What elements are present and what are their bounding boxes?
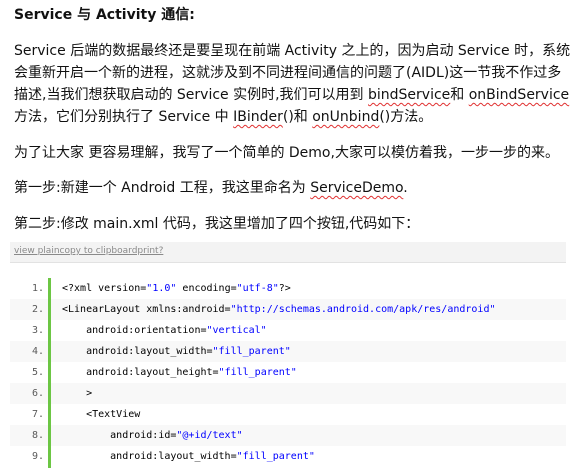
code-line: 9. android:layout_width="fill_parent" — [10, 446, 566, 467]
code-line: 3. android:orientation="vertical" — [10, 320, 566, 341]
intro-line-4-end: ()方法。 — [379, 109, 433, 125]
code-line: 8. android:id="@+id/text" — [10, 425, 566, 446]
code-text: android:layout_width="fill_parent" — [62, 346, 291, 357]
code-block: 1. <?xml version="1.0" encoding="utf-8"?… — [10, 278, 566, 468]
gutter-bar — [48, 278, 51, 468]
intro-line-4-and: ()和 — [282, 109, 313, 125]
code-text: > — [62, 388, 93, 399]
code-text: android:id="@+id/text" — [62, 430, 243, 441]
paragraph-demo: 为了让大家 更容易理解，我写了一个简单的 Demo,大家可以模仿着我，一步一步的… — [14, 145, 559, 161]
intro-line-3: 描述,当我们想获取启动的 Service 实例时,我们可以用到 bindServ… — [14, 84, 570, 106]
section-title: Service 与 Activity 通信: — [14, 7, 195, 23]
code-text: android:layout_width="fill_parent" — [62, 451, 315, 462]
code-text: <LinearLayout xmlns:android="http://sche… — [62, 304, 496, 315]
bindservice-term: bindService — [368, 87, 451, 103]
code-toolbar: view plaincopy to clipboardprint? — [10, 242, 566, 263]
code-text: <?xml version="1.0" encoding="utf-8"?> — [62, 283, 291, 294]
code-line: 1. <?xml version="1.0" encoding="utf-8"?… — [10, 278, 566, 299]
code-text: android:layout_height="fill_parent" — [62, 367, 297, 378]
code-line: 2. <LinearLayout xmlns:android="http://s… — [10, 299, 566, 320]
onbindservice-term: onBindService — [468, 87, 570, 103]
ibinder-term: IBinder — [233, 109, 283, 125]
code-line: 5. android:layout_height="fill_parent" — [10, 362, 566, 383]
step-1-period: . — [403, 180, 408, 196]
code-text: <TextView — [62, 409, 141, 420]
intro-line-3-and: 和 — [450, 87, 469, 103]
intro-line-1: Service 后端的数据最终还是要呈现在前端 Activity 之上的，因为启… — [14, 43, 571, 59]
paragraph-step-2: 第二步:修改 main.xml 代码，我这里增加了四个按钮,代码如下： — [14, 216, 420, 232]
onunbind-term: onUnbind — [312, 109, 380, 125]
code-line: 4. android:layout_width="fill_parent" — [10, 341, 566, 362]
paragraph-step-1: 第一步:新建一个 Android 工程，我这里命名为 ServiceDemo. — [14, 177, 570, 199]
intro-line-2: 会重新开启一个新的进程，这就涉及到不同进程间通信的问题了(AIDL)这一节我不作… — [14, 65, 562, 81]
code-line: 6. > — [10, 383, 566, 404]
step-1-text: 第一步:新建一个 Android 工程，我这里命名为 — [14, 180, 311, 196]
code-line: 7. <TextView — [10, 404, 566, 425]
servicedemo-term: ServiceDemo — [310, 180, 404, 196]
intro-line-4: 方法，它们分别执行了 Service 中 IBinder()和 onUnbind… — [14, 106, 570, 128]
code-text: android:orientation="vertical" — [62, 325, 267, 336]
paragraph-intro: Service 后端的数据最终还是要呈现在前端 Activity 之上的，因为启… — [14, 40, 570, 128]
view-plaincopy-link[interactable]: view plaincopy to clipboardprint? — [14, 246, 163, 256]
intro-line-4-text: 方法，它们分别执行了 Service 中 — [14, 109, 234, 125]
intro-line-3-text: 描述,当我们想获取启动的 Service 实例时,我们可以用到 — [14, 87, 368, 103]
